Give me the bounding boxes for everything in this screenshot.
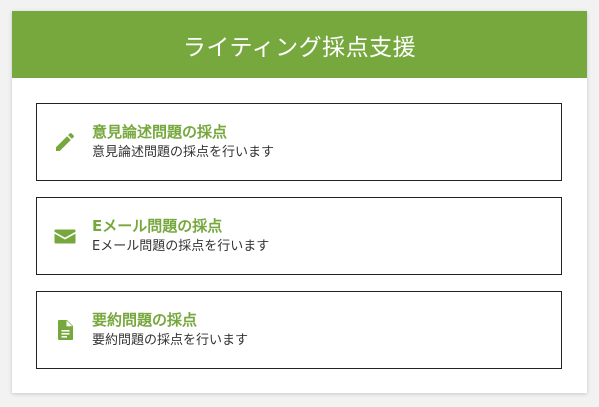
page-title: ライティング採点支援 [182,34,417,61]
option-description: Eメール問題の採点を行います [92,238,270,254]
option-description: 意見論述問題の採点を行います [92,144,275,160]
opinion-essay-scoring-option[interactable]: 意見論述問題の採点 意見論述問題の採点を行います [36,103,562,181]
document-icon [52,317,78,343]
scoring-options-list: 意見論述問題の採点 意見論述問題の採点を行います Eメール問題の採点 Eメール問… [36,103,562,385]
summary-question-scoring-option[interactable]: 要約問題の採点 要約問題の採点を行います [36,291,562,369]
option-title: 意見論述問題の採点 [92,122,228,141]
envelope-icon [52,223,78,249]
option-text: 要約問題の採点 要約問題の採点を行います [92,311,248,350]
option-title: Eメール問題の採点 [92,216,223,235]
pencil-icon [52,129,78,155]
option-text: 意見論述問題の採点 意見論述問題の採点を行います [92,123,274,162]
main-card: ライティング採点支援 意見論述問題の採点 意見論述問題の採点を行います Eメール… [12,11,587,393]
option-title: 要約問題の採点 [92,310,198,329]
page-header: ライティング採点支援 [12,11,587,78]
email-question-scoring-option[interactable]: Eメール問題の採点 Eメール問題の採点を行います [36,197,562,275]
option-description: 要約問題の採点を行います [92,332,249,348]
option-text: Eメール問題の採点 Eメール問題の採点を行います [92,217,269,256]
